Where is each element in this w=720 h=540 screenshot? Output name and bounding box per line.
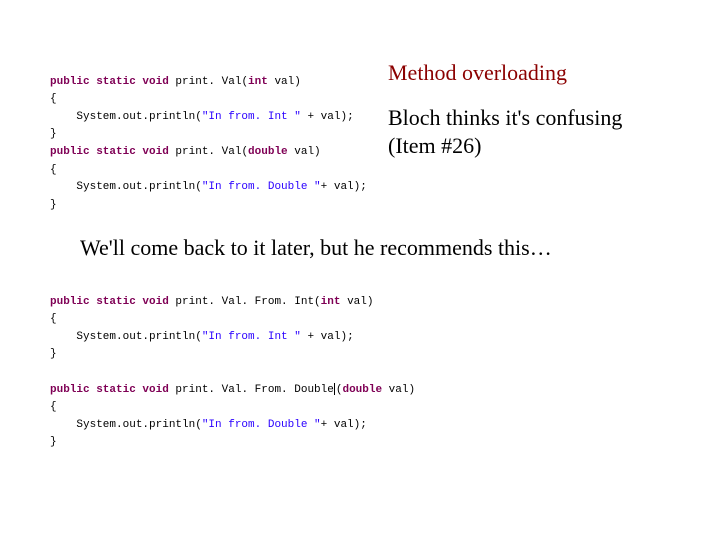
code-text: System.out.println( [50, 181, 202, 193]
code-text: System.out.println( [50, 419, 202, 431]
slide-body-text: We'll come back to it later, but he reco… [80, 235, 552, 261]
code-text: val) [288, 146, 321, 158]
code-text: System.out.println( [50, 331, 202, 343]
code-text: { [50, 313, 57, 325]
subtitle-line-1: Bloch thinks it's confusing [388, 105, 622, 130]
code-text: } [50, 199, 57, 211]
code-keyword: int [321, 296, 341, 308]
code-keyword: double [248, 146, 288, 158]
slide-subtitle: Bloch thinks it's confusing (Item #26) [388, 104, 622, 159]
code-keyword: public static void [50, 146, 169, 158]
code-text: { [50, 93, 57, 105]
code-text: System.out.println( [50, 111, 202, 123]
code-text: val) [340, 296, 373, 308]
code-text: print. Val( [169, 76, 248, 88]
code-string: "In from. Double " [202, 419, 321, 431]
code-block-overloading: public static void print. Val(int val) {… [50, 56, 367, 214]
code-text: val) [268, 76, 301, 88]
code-keyword: double [342, 384, 382, 396]
code-text: print. Val. From. Int( [169, 296, 321, 308]
code-text: } [50, 436, 57, 448]
code-text: { [50, 164, 57, 176]
code-keyword: int [248, 76, 268, 88]
code-string: "In from. Int " [202, 331, 301, 343]
subtitle-line-2: (Item #26) [388, 133, 481, 158]
code-keyword: public static void [50, 384, 169, 396]
code-text: } [50, 348, 57, 360]
code-text: { [50, 401, 57, 413]
code-string: "In from. Double " [202, 181, 321, 193]
code-keyword: public static void [50, 76, 169, 88]
code-block-renamed: public static void print. Val. From. Int… [50, 276, 415, 452]
code-text: } [50, 128, 57, 140]
code-text: + val); [321, 181, 367, 193]
code-text: val) [382, 384, 415, 396]
code-text: + val); [301, 111, 354, 123]
code-text: print. Val. From. Double [169, 384, 334, 396]
code-text: + val); [301, 331, 354, 343]
code-text: print. Val( [169, 146, 248, 158]
code-string: "In from. Int " [202, 111, 301, 123]
slide-title: Method overloading [388, 60, 567, 86]
code-text: + val); [321, 419, 367, 431]
code-keyword: public static void [50, 296, 169, 308]
